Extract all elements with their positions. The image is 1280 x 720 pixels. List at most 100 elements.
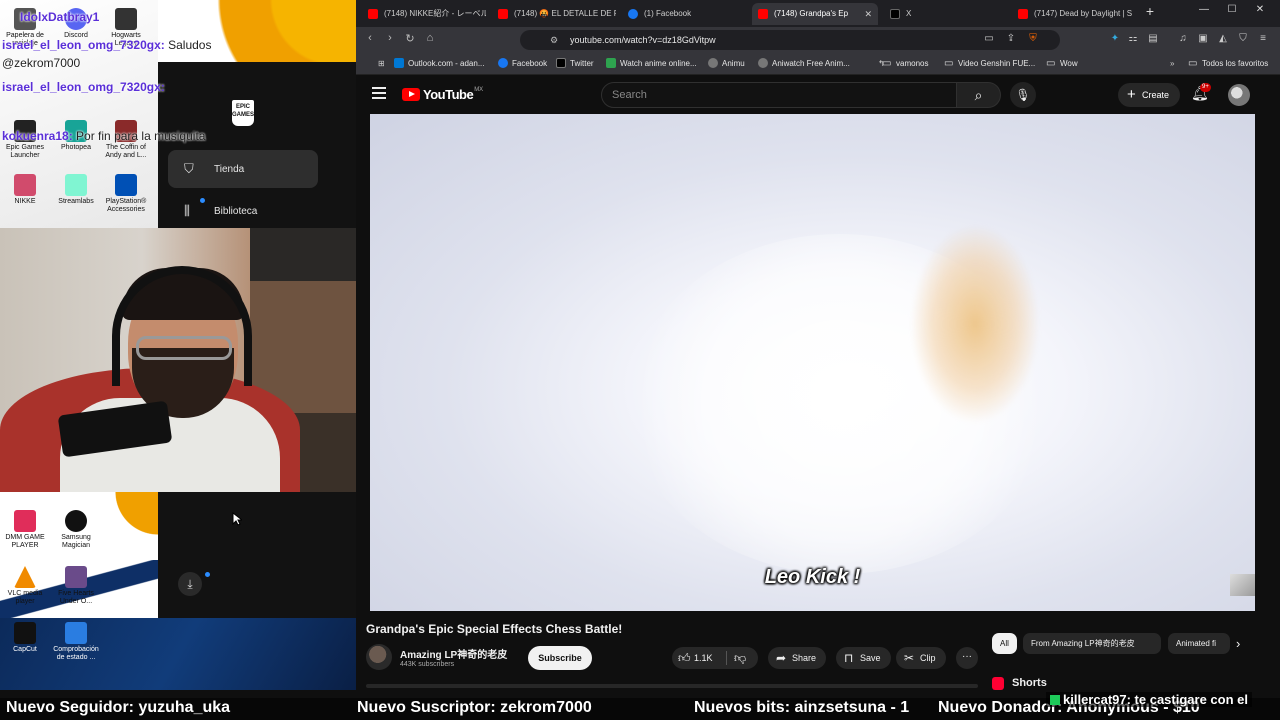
dislike-button[interactable]: 👎︎ [734, 647, 746, 669]
bookmark-folder[interactable]: ▭ Wow [1046, 57, 1078, 70]
desktop-icon[interactable]: PlayStation® Accessories [102, 174, 150, 214]
share-button[interactable]: ➦ Share [768, 647, 827, 669]
new-tab-button[interactable]: + [1140, 3, 1160, 19]
desktop-icon[interactable]: DMM GAME PLAYER [1, 510, 49, 550]
ticker-item: Nuevo Suscriptor: zekrom7000 [357, 699, 592, 716]
search-input[interactable]: Search [601, 82, 957, 108]
brave-shields-icon[interactable]: ⛨ [1026, 33, 1040, 44]
description-box[interactable] [366, 684, 978, 688]
youtube-logo[interactable]: YouTube MX [402, 87, 483, 102]
hogwarts-icon [115, 8, 137, 30]
apps-icon[interactable]: ⊞ [364, 57, 385, 70]
browser-tab[interactable]: X [884, 3, 1008, 25]
maximize-icon[interactable]: ☐ [1222, 4, 1242, 15]
browser-tab-active[interactable]: (7148) Grandpa's Ep ✕ [752, 3, 878, 25]
video-title: Grandpa's Epic Special Effects Chess Bat… [366, 622, 623, 636]
desktop-icon[interactable]: NIKKE [1, 174, 49, 206]
more-actions-icon[interactable]: ··· [956, 647, 978, 669]
close-window-icon[interactable]: ✕ [1250, 4, 1270, 15]
wallet-icon[interactable]: ▣ [1196, 33, 1210, 44]
like-button[interactable]: 👍︎ 1.1K [678, 647, 713, 669]
x-icon [556, 58, 566, 68]
channel-name[interactable]: Amazing LP神奇的老皮 [400, 646, 507, 661]
extensions-icon[interactable]: ⚏ [1126, 33, 1140, 44]
epic-menu-store[interactable]: ⛉ Tienda [168, 150, 318, 188]
x-favicon-icon [890, 9, 900, 19]
ticker-item: Nuevos bits: ainzsetsuna - 1 [694, 699, 910, 716]
youtube-favicon-icon [758, 9, 768, 19]
create-button[interactable]: + Create [1118, 83, 1180, 107]
share-icon: ➦ [776, 651, 787, 665]
address-bar[interactable]: ⚙ youtube.com/watch?v=dz18GdVitpw [520, 30, 1060, 50]
filter-chip-all[interactable]: All [992, 633, 1017, 654]
channel-avatar[interactable] [366, 644, 392, 670]
chevron-right-icon[interactable]: › [1236, 636, 1240, 651]
samsung-magician-icon [65, 510, 87, 532]
more-bookmarks-icon[interactable]: » [1156, 57, 1174, 70]
video-figure [910, 224, 1040, 424]
sidebar-icon[interactable]: ▤ [1146, 33, 1160, 44]
bookmark-item[interactable]: Outlook.com - adan... [394, 57, 484, 70]
library-icon: ⫼ [184, 203, 190, 218]
filter-chip-animated[interactable]: Animated fi [1168, 633, 1230, 654]
bookmark-item[interactable]: Animu [708, 57, 745, 70]
desktop-icon[interactable]: VLC media player [1, 566, 49, 606]
mouse-cursor-icon [232, 512, 242, 526]
share-page-icon[interactable]: ⇪ [1004, 33, 1018, 44]
bookmark-folder[interactable]: ▭ Video Genshin FUE... [944, 57, 1035, 70]
health-check-icon [65, 622, 87, 644]
cast-icon[interactable]: ▭ [982, 33, 996, 44]
filter-chip-channel[interactable]: From Amazing LP神奇的老皮 [1023, 633, 1161, 654]
chat-line: kokuenra18: Por fin para la musiquita [2, 129, 206, 143]
bookmark-item[interactable]: Aniwatch Free Anim... [758, 57, 850, 70]
browser-window: (7148) NIKKE紹介 - レーベル (7148) 🤬 EL DETALL… [356, 0, 1280, 690]
music-icon[interactable]: ♫ [1176, 33, 1190, 44]
bookmark-item[interactable]: Watch anime online... [606, 57, 697, 70]
leo-icon[interactable]: ◭ [1216, 33, 1230, 44]
folder-icon: ▭ [882, 58, 892, 69]
reload-icon[interactable]: ↻ [402, 32, 418, 45]
desktop-icon[interactable]: Streamlabs [52, 174, 100, 206]
download-icon[interactable]: ⤓ [178, 572, 202, 596]
desktop-icon[interactable]: CapCut [1, 622, 49, 654]
menu-icon[interactable]: ≡ [1256, 33, 1270, 44]
home-icon[interactable]: ⌂ [422, 32, 438, 44]
extension-icon[interactable]: ✦ [1108, 33, 1122, 44]
youtube-favicon-icon [368, 9, 378, 19]
back-icon[interactable]: ‹ [362, 32, 378, 44]
epic-menu-library[interactable]: ⫼ Biblioteca [168, 192, 318, 230]
browser-tab[interactable]: (1) Facebook [622, 3, 746, 25]
video-player[interactable]: Leo Kick ! [370, 114, 1255, 611]
account-avatar[interactable] [1228, 84, 1250, 106]
anime-site-icon [606, 58, 616, 68]
epic-games-logo: EPIC GAMES [232, 100, 254, 126]
subscribe-button[interactable]: Subscribe [528, 646, 592, 670]
save-button[interactable]: ⊓ Save [836, 647, 891, 669]
desktop-icon[interactable]: Samsung Magician [52, 510, 100, 550]
vpn-icon[interactable]: ⛉ [1236, 33, 1250, 44]
bookmark-item[interactable]: Twitter [556, 57, 594, 70]
all-bookmarks-folder[interactable]: ▭ Todos los favoritos [1188, 57, 1268, 70]
desktop-icon[interactable]: Comprobación de estado ... [52, 622, 100, 662]
video-thumbnail-overlay[interactable] [1230, 574, 1255, 596]
youtube-header: YouTube MX Search ⌕ 🎙︎ + Create 🔔︎ 9+ [356, 76, 1280, 114]
subscriber-count: 443K subscribers [400, 661, 455, 668]
hamburger-menu-icon[interactable] [372, 87, 386, 102]
desktop-icon[interactable]: Five Hearts Under O... [52, 566, 100, 606]
clip-button[interactable]: ✂ Clip [896, 647, 946, 669]
minimize-icon[interactable]: — [1194, 4, 1214, 15]
bookmark-item[interactable]: Facebook [498, 57, 547, 70]
site-info-icon[interactable]: ⚙ [550, 30, 558, 50]
browser-tab[interactable]: (7148) 🤬 EL DETALLE DE R [492, 3, 616, 25]
browser-tab[interactable]: (7147) Dead by Daylight | S [1012, 3, 1136, 25]
bookmark-folder[interactable]: ▭ vamonos [882, 57, 928, 70]
video-subtitle: Leo Kick ! [764, 566, 861, 588]
browser-tab[interactable]: (7148) NIKKE紹介 - レーベル [362, 3, 486, 25]
chat-popup: killercat97: te castigare con el [1046, 692, 1252, 707]
forward-icon[interactable]: › [382, 32, 398, 44]
playstation-icon [115, 174, 137, 196]
microphone-icon[interactable]: 🎙︎ [1010, 82, 1036, 108]
search-icon[interactable]: ⌕ [957, 82, 1001, 108]
close-tab-icon[interactable]: ✕ [864, 3, 872, 25]
chat-badge-icon [1050, 695, 1060, 705]
